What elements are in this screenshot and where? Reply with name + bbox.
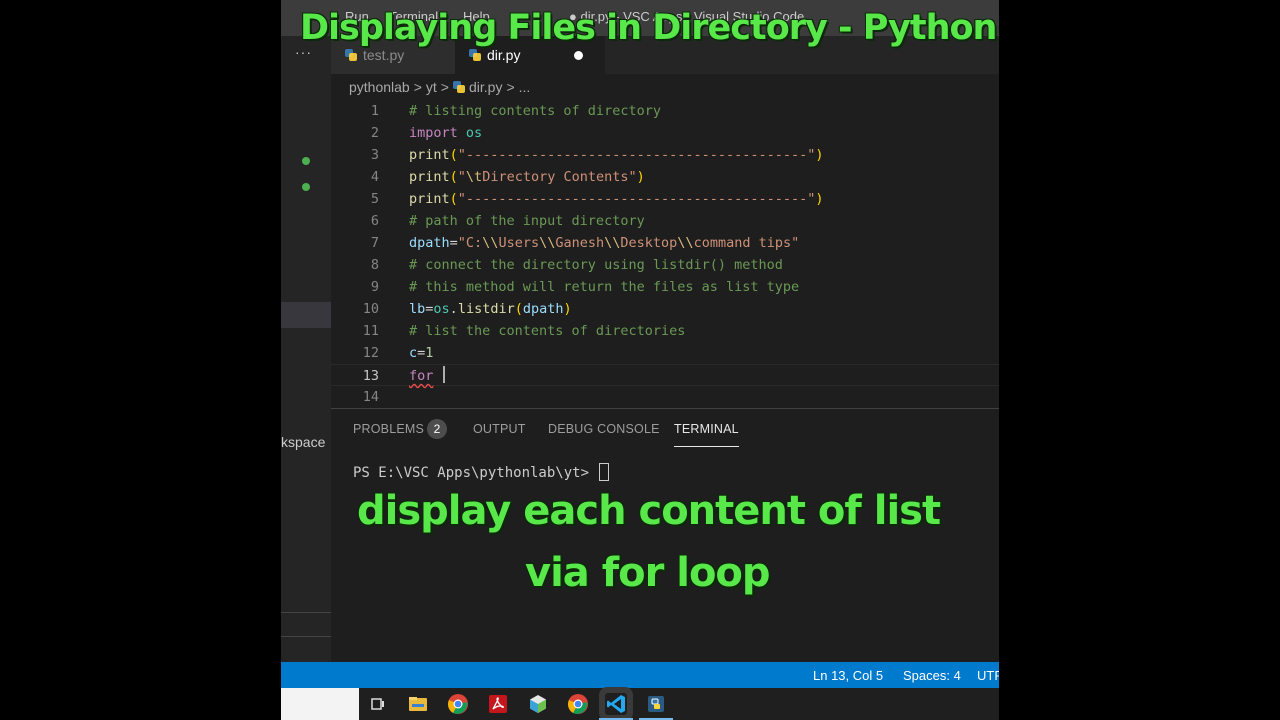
- code-line[interactable]: 9 # this method will return the files as …: [331, 276, 999, 298]
- line-number: 9: [370, 279, 379, 295]
- code-text: # path of the input directory: [409, 213, 645, 229]
- text-cursor: [442, 366, 445, 383]
- line-number: 4: [370, 169, 379, 185]
- bottom-panel: PROBLEMS 2 OUTPUT DEBUG CONSOLE TERMINAL…: [331, 408, 999, 662]
- git-status-dot: [302, 157, 310, 165]
- python-file-icon: [452, 81, 465, 93]
- code-line[interactable]: 2 import os: [331, 122, 999, 144]
- tab-label: test.py: [363, 47, 405, 63]
- tab-problems[interactable]: PROBLEMS: [353, 422, 424, 436]
- code-text: # listing contents of directory: [409, 103, 661, 119]
- divider: [281, 636, 331, 637]
- line-number: 10: [362, 301, 379, 317]
- code-text: dpath="C:\\Users\\Ganesh\\Desktop\\comma…: [409, 235, 800, 251]
- line-number: 11: [362, 323, 379, 339]
- caption-line-1: display each content of list: [357, 488, 941, 534]
- code-line[interactable]: 4 print("\tDirectory Contents"): [331, 166, 999, 188]
- chevron-right-icon: >: [506, 79, 515, 95]
- code-text: print("---------------------------------…: [409, 147, 824, 163]
- code-line[interactable]: 14: [331, 386, 999, 408]
- windows-taskbar: [281, 688, 999, 720]
- vscode-icon[interactable]: [599, 693, 633, 720]
- code-line[interactable]: 7 dpath="C:\\Users\\Ganesh\\Desktop\\comm…: [331, 232, 999, 254]
- indentation-setting[interactable]: Spaces: 4: [903, 668, 961, 683]
- line-number: 1: [370, 103, 379, 119]
- code-line[interactable]: 11 # list the contents of directories: [331, 320, 999, 342]
- line-number: 8: [370, 257, 379, 273]
- chrome-icon[interactable]: [447, 693, 469, 715]
- line-number: 5: [370, 191, 379, 207]
- line-number: 12: [362, 345, 379, 361]
- code-line[interactable]: 12 c=1: [331, 342, 999, 364]
- breadcrumb: pythonlab > yt > dir.py > ...: [349, 79, 534, 95]
- code-line[interactable]: 6 # path of the input directory: [331, 210, 999, 232]
- tab-debug-console[interactable]: DEBUG CONSOLE: [548, 422, 660, 436]
- line-number: 3: [370, 147, 379, 163]
- code-line[interactable]: 3 print("--------------------------------…: [331, 144, 999, 166]
- file-explorer-icon[interactable]: [407, 693, 429, 715]
- taskbar-search-box[interactable]: [281, 688, 359, 720]
- explorer-sidebar: ··· kspace: [281, 36, 331, 662]
- workspace-label[interactable]: kspace: [281, 434, 325, 450]
- python-file-icon: [469, 49, 481, 61]
- terminal-cursor: [599, 463, 610, 481]
- task-view-icon[interactable]: [367, 693, 389, 715]
- code-text: for: [409, 365, 445, 387]
- line-number: 2: [370, 125, 379, 141]
- encoding-setting[interactable]: UTF: [977, 668, 999, 683]
- terminal-prompt-text: PS E:\VSC Apps\pythonlab\yt>: [353, 465, 590, 481]
- code-text: # this method will return the files as l…: [409, 279, 800, 295]
- problems-count-badge: 2: [427, 419, 447, 439]
- code-text: lb=os.listdir(dpath): [409, 301, 572, 317]
- breadcrumb-file[interactable]: dir.py: [469, 79, 502, 95]
- code-text: print("\tDirectory Contents"): [409, 169, 645, 185]
- python-file-icon: [345, 49, 357, 61]
- status-bar: Ln 13, Col 5 Spaces: 4 UTF: [281, 662, 999, 688]
- git-status-dot: [302, 183, 310, 191]
- video-title-overlay: Displaying Files in Directory - Python: [300, 8, 997, 48]
- line-number: 13: [362, 368, 379, 384]
- breadcrumb-pythonlab[interactable]: pythonlab: [349, 79, 410, 95]
- explorer-selected-item[interactable]: [281, 302, 331, 328]
- line-number: 14: [362, 389, 379, 405]
- tab-output[interactable]: OUTPUT: [473, 422, 526, 436]
- code-text: # list the contents of directories: [409, 323, 686, 339]
- 3d-app-icon[interactable]: [527, 693, 549, 715]
- code-line[interactable]: 8 # connect the directory using listdir()…: [331, 254, 999, 276]
- terminal-prompt[interactable]: PS E:\VSC Apps\pythonlab\yt>: [353, 463, 610, 481]
- vscode-window: Run Terminal Help ● dir.py - VSC Apps - …: [281, 0, 999, 720]
- breadcrumb-symbol[interactable]: ...: [519, 79, 531, 95]
- tab-terminal[interactable]: TERMINAL: [674, 422, 739, 447]
- code-line[interactable]: 13 for: [331, 364, 999, 386]
- breadcrumb-yt[interactable]: yt: [426, 79, 437, 95]
- code-line[interactable]: 1 # listing contents of directory: [331, 100, 999, 122]
- code-text: import os: [409, 125, 483, 141]
- code-text: c=1: [409, 345, 434, 361]
- chevron-right-icon: >: [413, 79, 422, 95]
- divider: [281, 612, 331, 613]
- code-text: print("---------------------------------…: [409, 191, 824, 207]
- unsaved-dot-icon[interactable]: [574, 51, 583, 60]
- code-line[interactable]: 5 print("--------------------------------…: [331, 188, 999, 210]
- code-text: # connect the directory using listdir() …: [409, 257, 783, 273]
- cursor-position[interactable]: Ln 13, Col 5: [813, 668, 883, 683]
- line-number: 6: [370, 213, 379, 229]
- chevron-right-icon: >: [440, 79, 449, 95]
- caption-line-2: via for loop: [525, 550, 771, 596]
- line-number: 7: [370, 235, 379, 251]
- code-editor[interactable]: 1 # listing contents of directory 2 import …: [331, 100, 999, 406]
- python-app-icon[interactable]: [639, 693, 673, 720]
- chrome-icon[interactable]: [567, 693, 589, 715]
- acrobat-icon[interactable]: [487, 693, 509, 715]
- code-line[interactable]: 10 lb=os.listdir(dpath): [331, 298, 999, 320]
- tab-label: dir.py: [487, 47, 521, 63]
